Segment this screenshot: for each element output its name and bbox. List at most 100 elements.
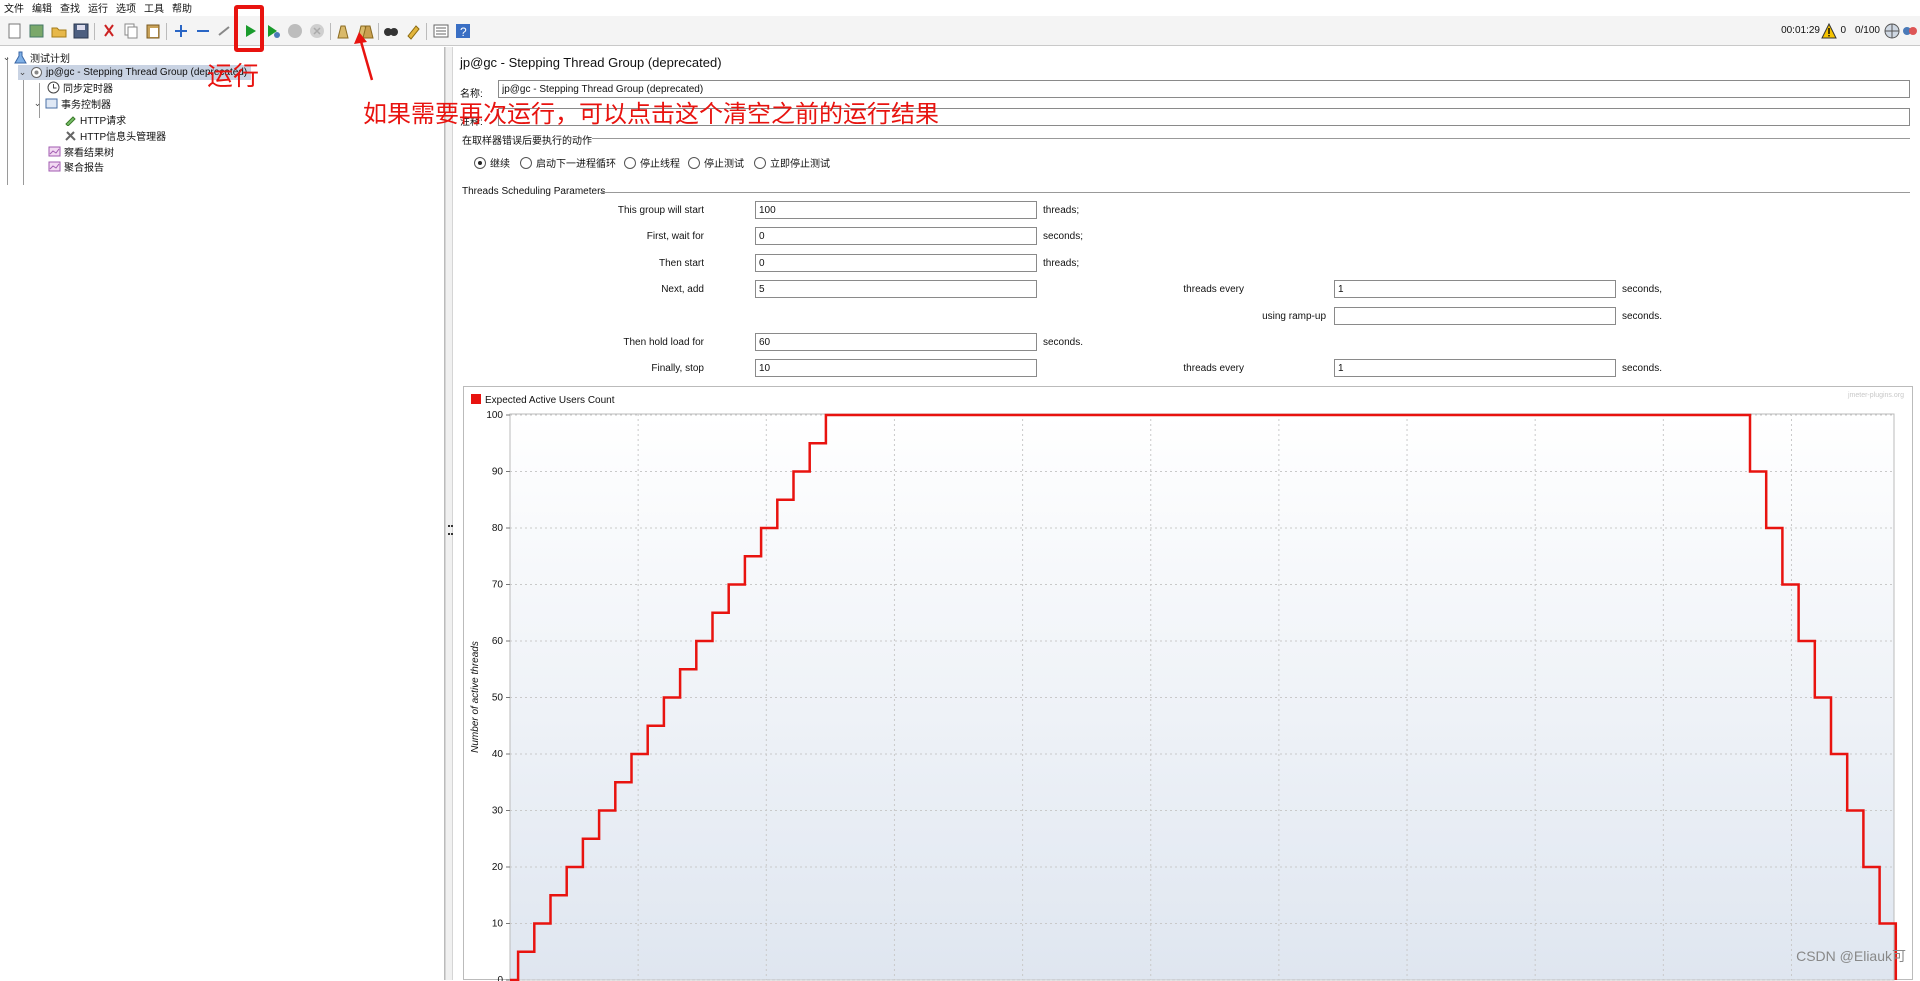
collapse-icon[interactable] [194,22,212,40]
timer-icon [47,81,60,94]
tree-node-test-plan[interactable]: ⌄ 测试计划 [2,50,70,65]
y-axis-label: Number of active threads [470,641,481,753]
chart-watermark: jmeter-plugins.org [1847,392,1904,399]
first-wait-label: First, wait for [647,231,704,242]
cut-icon[interactable] [100,22,118,40]
controller-icon [45,97,58,110]
radio-stop-now[interactable]: 立即停止测试 [754,155,830,170]
ramp-up-field[interactable] [1334,307,1616,325]
collapse-toggle-icon[interactable]: ⌄ [18,67,27,78]
radio-stop-test[interactable]: 停止测试 [688,155,744,170]
toggle-icon[interactable] [216,22,234,40]
seconds-dot-label: seconds. [1622,363,1662,374]
y-tick-label: 20 [492,862,504,873]
wrench-icon [64,129,77,142]
finally-stop-field[interactable] [755,359,1037,377]
annotation-run-label: 运行 [207,56,259,93]
templates-icon[interactable] [28,22,46,40]
test-plan-tree: ⌄ 测试计划 ⌄ jp@gc - Stepping Thread Group (… [0,47,445,980]
shutdown-icon[interactable] [308,22,326,40]
copy-icon[interactable] [122,22,140,40]
scheduling-section: Threads Scheduling Parameters [462,186,605,197]
group-start-field[interactable] [755,201,1037,219]
menu-edit[interactable]: 编辑 [32,0,52,15]
y-tick-label: 80 [492,523,504,534]
seconds-comma-label: seconds, [1622,284,1662,295]
threads-every-label: threads every [1183,363,1244,374]
group-start-label: This group will start [618,205,704,216]
splitter[interactable] [445,47,453,980]
tree-node-transaction-controller[interactable]: ⌄ 事务控制器 [33,96,111,111]
menu-search[interactable]: 查找 [60,0,80,15]
tree-node-aggregate-report[interactable]: 聚合报告 [48,159,104,174]
y-tick-label: 60 [492,636,504,647]
threads-unit-label: threads; [1043,258,1079,269]
finally-every-field[interactable] [1334,359,1616,377]
menu-bar: 文件 编辑 查找 运行 选项 工具 帮助 [0,0,1920,15]
next-every-field[interactable] [1334,280,1616,298]
tree-node-result-tree[interactable]: 察看结果树 [48,144,114,159]
hold-load-label: Then hold load for [623,337,704,348]
menu-file[interactable]: 文件 [4,0,24,15]
y-tick-label: 30 [492,806,504,817]
menu-help[interactable]: 帮助 [172,0,192,15]
collapse-toggle-icon[interactable]: ⌄ [33,98,42,109]
menu-run[interactable]: 运行 [88,0,108,15]
thread-group-icon [30,66,43,79]
start-no-pause-icon[interactable] [264,22,282,40]
splitter-grip-icon[interactable] [448,525,451,535]
new-icon[interactable] [6,22,24,40]
menu-options[interactable]: 选项 [116,0,136,15]
radio-stop-thread[interactable]: 停止线程 [624,155,680,170]
listener-icon [48,145,61,158]
y-tick-label: 10 [492,919,504,930]
y-tick-label: 50 [492,693,504,704]
hold-load-field[interactable] [755,333,1037,351]
error-action-section: 在取样器错误后要执行的动作 [462,132,592,147]
chart-canvas: Expected Active Users Countjmeter-plugin… [464,387,1914,981]
function-helper-icon[interactable] [432,22,450,40]
paste-icon[interactable] [144,22,162,40]
flask-icon [14,51,27,64]
globe-icon[interactable] [1884,23,1900,39]
collapse-toggle-icon[interactable]: ⌄ [2,52,11,63]
finally-stop-label: Finally, stop [651,363,704,374]
help-icon[interactable]: ? [454,22,472,40]
svg-text:?: ? [460,25,467,39]
radio-next-loop[interactable]: 启动下一进程循环 [520,155,616,170]
seconds-dot-label: seconds. [1043,337,1083,348]
next-add-label: Next, add [661,284,704,295]
y-tick-label: 40 [492,749,504,760]
remote-icon[interactable] [1902,23,1918,39]
ramp-up-label: using ramp-up [1262,311,1326,322]
then-start-field[interactable] [755,254,1037,272]
next-add-field[interactable] [755,280,1037,298]
error-count: 0 [1840,25,1846,36]
annotation-highlight-box [234,5,264,52]
listener-icon [48,160,61,173]
search-icon[interactable] [382,22,400,40]
open-icon[interactable] [50,22,68,40]
legend-swatch [471,394,481,404]
radio-continue[interactable]: 继续 [474,155,510,170]
tree-node-http-request[interactable]: HTTP请求 [64,112,126,127]
expand-icon[interactable] [172,22,190,40]
y-tick-label: 70 [492,580,504,591]
active-threads: 0/100 [1855,25,1880,36]
tree-node-header-manager[interactable]: HTTP信息头管理器 [64,128,166,143]
threads-unit-label: threads; [1043,205,1079,216]
first-wait-field[interactable] [755,227,1037,245]
annotation-note: 如果需要再次运行，可以点击这个清空之前的运行结果 [363,94,939,129]
y-tick-label: 100 [486,410,503,421]
then-start-label: Then start [659,258,704,269]
stop-icon[interactable] [286,22,304,40]
pipette-icon [64,113,77,126]
watermark: CSDN @Eliauk可 [1796,946,1906,966]
warning-icon[interactable] [1821,23,1837,39]
reset-search-icon[interactable] [404,22,422,40]
save-icon[interactable] [72,22,90,40]
seconds-dot-label: seconds. [1622,311,1662,322]
menu-tools[interactable]: 工具 [144,0,164,15]
threads-every-label: threads every [1183,284,1244,295]
tree-node-sync-timer[interactable]: 同步定时器 [47,80,113,95]
